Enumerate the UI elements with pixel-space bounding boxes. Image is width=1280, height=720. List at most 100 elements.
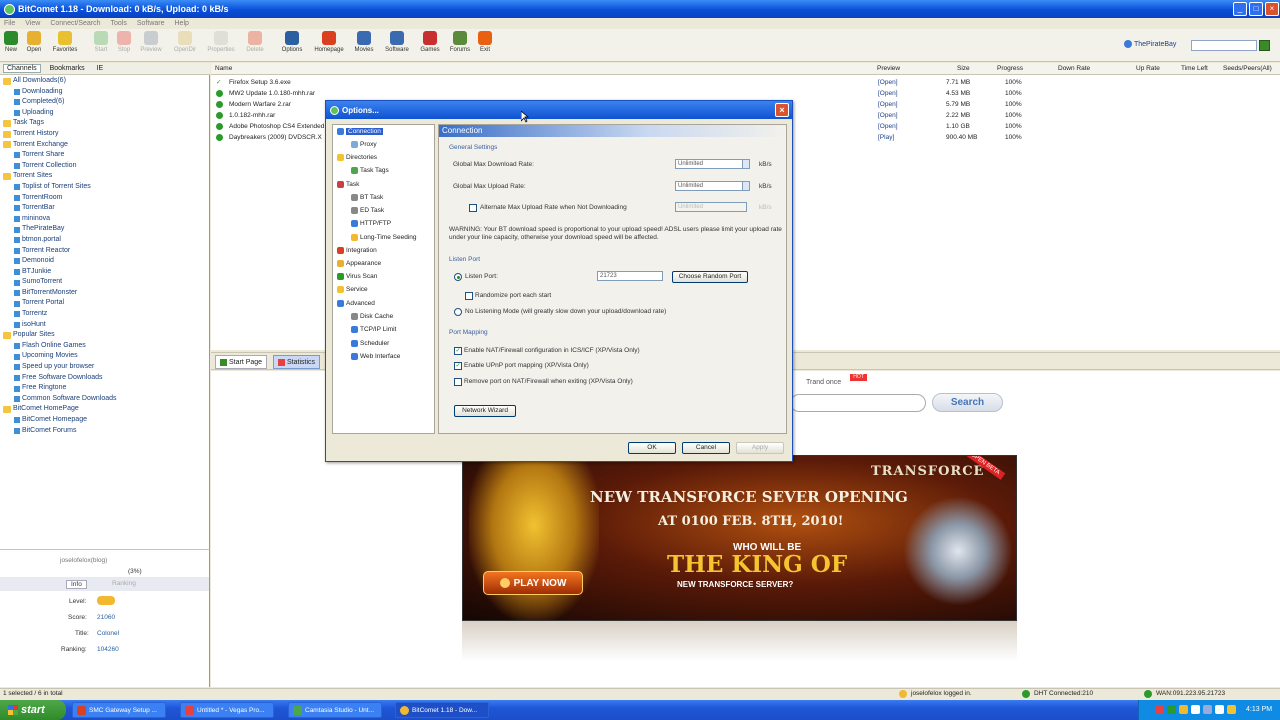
network-icon[interactable] — [1191, 705, 1200, 714]
table-row[interactable]: ✓ Firefox Setup 3.6.exe [Open] 7.71 MB 100% — [211, 78, 1280, 89]
games-button[interactable]: Games — [415, 31, 445, 53]
maximize-button[interactable]: □ — [1249, 2, 1263, 16]
tray-icon-2[interactable] — [1167, 705, 1176, 714]
tab-bookmarks[interactable]: Bookmarks — [47, 65, 88, 72]
start-button[interactable]: start — [0, 700, 66, 720]
task-smc-gateway[interactable]: SMC Gateway Setup ... — [72, 702, 166, 718]
tree-item[interactable]: TorrentRoom — [0, 193, 208, 204]
options-tree-item[interactable]: Web Interface — [351, 353, 400, 360]
ok-button[interactable]: OK — [628, 442, 676, 454]
movies-button[interactable]: Movies — [349, 31, 379, 53]
tree-item[interactable]: Toplist of Torrent Sites — [0, 182, 208, 193]
row-preview[interactable]: [Play] — [878, 134, 894, 141]
tree-item[interactable]: Torrent Sites — [0, 171, 208, 182]
tree-item[interactable]: Completed(6) — [0, 97, 208, 108]
col-name[interactable]: Name — [215, 65, 232, 72]
tree-item[interactable]: Upcoming Movies — [0, 351, 208, 362]
options-tree-item[interactable]: TCP/IP Limit — [351, 326, 396, 333]
tree-item[interactable]: Free Software Downloads — [0, 373, 208, 384]
row-preview[interactable]: [Open] — [878, 101, 898, 108]
col-down-rate[interactable]: Down Rate — [1058, 65, 1090, 72]
max-upload-input[interactable]: Unlimited — [675, 181, 747, 191]
favorites-button[interactable]: Favorites — [50, 31, 80, 53]
tree-item[interactable]: BitComet Homepage — [0, 415, 208, 426]
volume-icon[interactable] — [1203, 705, 1212, 714]
tree-item[interactable]: Task Tags — [0, 118, 208, 129]
options-tree-item[interactable]: Integration — [337, 247, 377, 254]
tab-start-page[interactable]: Start Page — [215, 355, 268, 369]
tree-item[interactable]: Torrent Portal — [0, 298, 208, 309]
tray-icon-1[interactable] — [1155, 705, 1164, 714]
menu-tools[interactable]: Tools — [111, 20, 127, 27]
options-tree-item[interactable]: HTTP/FTP — [351, 220, 391, 227]
listen-port-radio[interactable] — [454, 273, 462, 281]
options-tree-item[interactable]: Task — [337, 181, 359, 188]
options-tree-item[interactable]: Virus Scan — [337, 273, 377, 280]
tree-item[interactable]: BitTorrentMonster — [0, 288, 208, 299]
tree-item[interactable]: Torrent Reactor — [0, 246, 208, 257]
tree-item[interactable]: BitComet HomePage — [0, 404, 208, 415]
search-go-button[interactable] — [1259, 40, 1270, 51]
options-button[interactable]: Options — [277, 31, 307, 53]
tree-item[interactable]: ThePirateBay — [0, 224, 208, 235]
open-button[interactable]: Open — [19, 31, 49, 53]
delete-button[interactable]: Delete — [240, 31, 270, 53]
options-tree-item[interactable]: Proxy — [351, 141, 377, 148]
tree-item[interactable]: Uploading — [0, 108, 208, 119]
opendir-button[interactable]: OpenDir — [170, 31, 200, 53]
stop-button[interactable]: Stop — [109, 31, 139, 53]
options-tree-item[interactable]: Connection — [337, 128, 383, 135]
row-preview[interactable]: [Open] — [878, 123, 898, 130]
col-progress[interactable]: Progress — [997, 65, 1023, 72]
col-time-left[interactable]: Time Left — [1181, 65, 1208, 72]
tree-item[interactable]: Common Software Downloads — [0, 394, 208, 405]
tree-item[interactable]: SumoTorrent — [0, 277, 208, 288]
cancel-button[interactable]: Cancel — [682, 442, 730, 454]
options-tree-item[interactable]: Advanced — [337, 300, 375, 307]
menu-connect-search[interactable]: Connect/Search — [50, 20, 100, 27]
tray-icon-3[interactable] — [1179, 705, 1188, 714]
tab-channels[interactable]: Channels — [3, 64, 41, 73]
play-now-button[interactable]: PLAY NOW — [483, 571, 583, 595]
alternate-upload-checkbox[interactable] — [469, 204, 477, 212]
col-size[interactable]: Size — [957, 65, 970, 72]
clock[interactable]: 4:13 PM — [1246, 706, 1272, 713]
task-camtasia[interactable]: Camtasia Studio - Unt... — [288, 702, 382, 718]
exit-button[interactable]: Exit — [470, 31, 500, 53]
preview-button[interactable]: Preview — [136, 31, 166, 53]
options-tree-item[interactable]: Disk Cache — [351, 313, 393, 320]
tree-item[interactable]: All Downloads(6) — [0, 76, 208, 87]
dialog-close-button[interactable]: × — [775, 103, 789, 117]
tree-item[interactable]: Torrent History — [0, 129, 208, 140]
tray-icon-7[interactable] — [1227, 705, 1236, 714]
row-preview[interactable]: [Open] — [878, 112, 898, 119]
max-download-spinner[interactable] — [742, 159, 750, 169]
options-tree-item[interactable]: Task Tags — [351, 167, 389, 174]
tab-ranking[interactable]: Ranking — [112, 580, 136, 587]
options-tree-item[interactable]: Appearance — [337, 260, 381, 267]
col-up-rate[interactable]: Up Rate — [1136, 65, 1160, 72]
options-tree-item[interactable]: Service — [337, 286, 368, 293]
task-vegas-pro[interactable]: Untitled * - Vegas Pro... — [180, 702, 274, 718]
content-search-input[interactable] — [790, 394, 926, 412]
menu-file[interactable]: File — [4, 20, 15, 27]
upnp-checkbox[interactable]: ✓ — [454, 362, 462, 370]
task-bitcomet[interactable]: BitComet 1.18 - Dow... — [395, 702, 489, 718]
transforce-ad-banner[interactable]: TRANSFORCE OPEN BETA NEW TRANSFORCE SEVE… — [462, 455, 1017, 621]
software-button[interactable]: Software — [382, 31, 412, 53]
options-tree-item[interactable]: Long-Time Seeding — [351, 234, 417, 241]
menu-software[interactable]: Software — [137, 20, 165, 27]
user-name[interactable]: joselofelox(blog) — [60, 557, 107, 564]
tree-item[interactable]: BitComet Forums — [0, 426, 208, 437]
tree-item[interactable]: Free Ringtone — [0, 383, 208, 394]
table-row[interactable]: MW2 Update 1.0.180-mhh.rar [Open] 4.53 MB 1… — [211, 89, 1280, 100]
options-tree-item[interactable]: BT Task — [351, 194, 383, 201]
randomize-port-checkbox[interactable] — [465, 292, 473, 300]
content-search-button[interactable]: Search — [932, 393, 1003, 412]
menu-view[interactable]: View — [25, 20, 40, 27]
tab-ie[interactable]: IE — [94, 65, 107, 72]
tree-item[interactable]: Downloading — [0, 87, 208, 98]
tree-item[interactable]: Demonoid — [0, 256, 208, 267]
options-tree-item[interactable]: ED Task — [351, 207, 384, 214]
tree-item[interactable]: Torrent Exchange — [0, 140, 208, 151]
